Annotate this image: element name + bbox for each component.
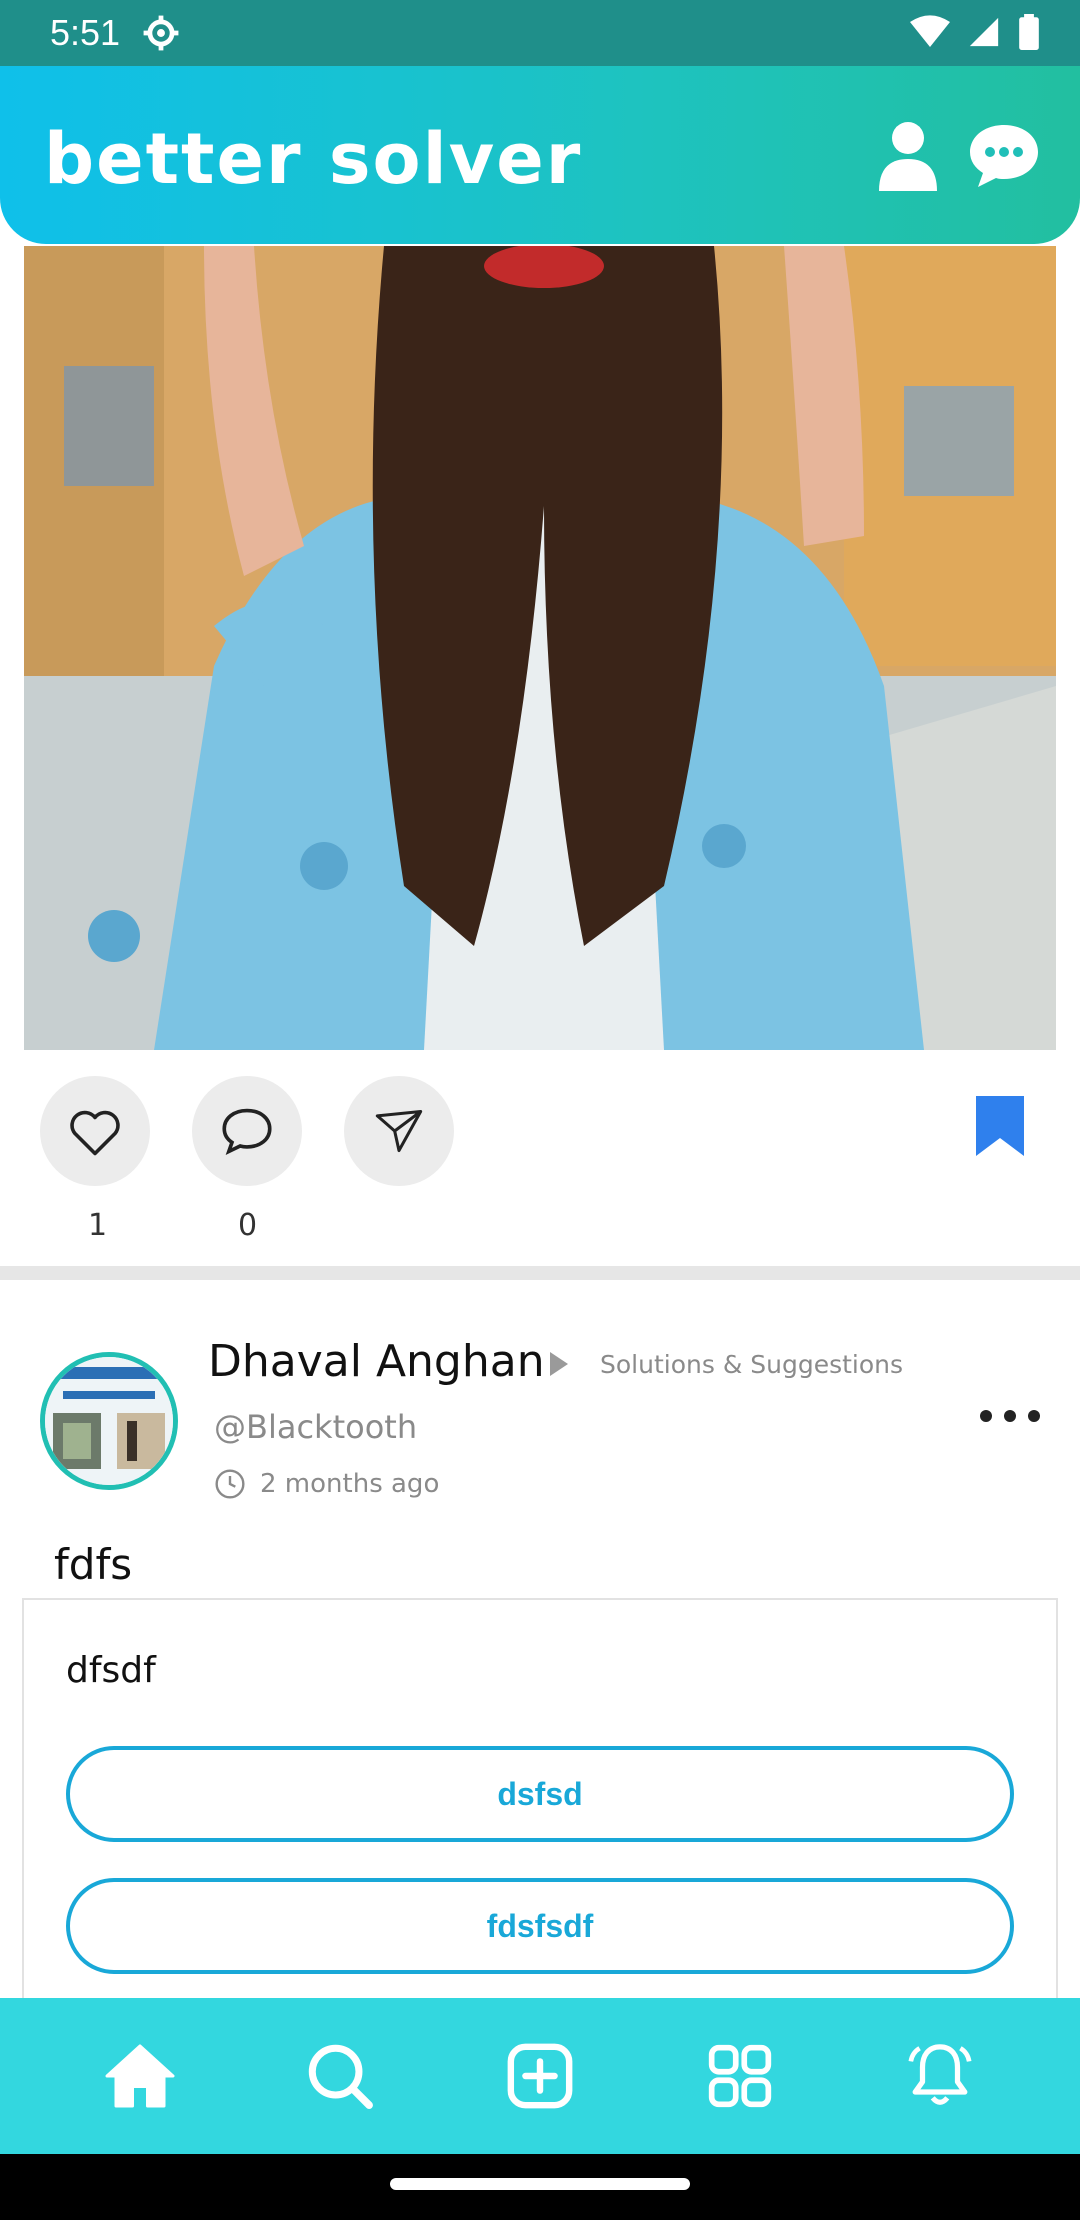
- signal-icon: [969, 17, 999, 47]
- profile-icon: [879, 122, 937, 191]
- like-button[interactable]: [40, 1076, 150, 1186]
- post-category[interactable]: Solutions & Suggestions: [600, 1350, 903, 1379]
- gesture-bar: [0, 2154, 1080, 2220]
- comment-button[interactable]: [192, 1076, 302, 1186]
- comment-icon: [222, 1108, 272, 1155]
- search-icon: [308, 2044, 373, 2109]
- post-image[interactable]: [24, 246, 1056, 1050]
- settings-gear-icon: [143, 15, 179, 51]
- more-dot-icon: [1004, 1410, 1016, 1422]
- more-options-button[interactable]: [980, 1396, 1040, 1436]
- share-icon: [375, 1109, 423, 1153]
- post-divider: [0, 1266, 1080, 1280]
- poll-card: dfsdf dsfsd fdsfsdf: [22, 1598, 1058, 2018]
- nav-home[interactable]: [90, 2026, 190, 2126]
- home-gesture-handle[interactable]: [390, 2178, 690, 2190]
- author-handle: @Blacktooth: [214, 1408, 418, 1446]
- heart-icon: [70, 1110, 120, 1156]
- status-bar: 5:51: [0, 0, 1080, 66]
- home-icon: [105, 2044, 175, 2108]
- clock-icon: [215, 1469, 245, 1499]
- comments-count: 0: [238, 1208, 258, 1243]
- avatar[interactable]: [40, 1352, 178, 1490]
- poll-question: dfsdf: [66, 1650, 156, 1691]
- poll-option-1[interactable]: dsfsd: [66, 1746, 1014, 1842]
- nav-notifications[interactable]: [890, 2026, 990, 2126]
- bottom-navigation: [0, 1998, 1080, 2154]
- chat-button[interactable]: [964, 116, 1044, 196]
- nav-add-post[interactable]: [490, 2026, 590, 2126]
- wifi-icon: [910, 15, 950, 48]
- share-button[interactable]: [344, 1076, 454, 1186]
- categories-icon: [708, 2044, 772, 2108]
- author-name[interactable]: Dhaval Anghan: [208, 1336, 545, 1387]
- likes-count: 1: [88, 1208, 108, 1243]
- post-title: fdfs: [54, 1540, 133, 1589]
- add-post-icon: [507, 2043, 573, 2109]
- status-time: 5:51: [50, 12, 121, 53]
- post-time: 2 months ago: [214, 1468, 439, 1500]
- time-ago: 2 months ago: [260, 1469, 440, 1499]
- profile-button[interactable]: [868, 116, 948, 196]
- notifications-icon: [908, 2044, 972, 2105]
- bookmark-icon[interactable]: [976, 1096, 1024, 1156]
- arrow-right-icon: [550, 1352, 568, 1376]
- more-dot-icon: [980, 1410, 992, 1422]
- nav-categories[interactable]: [690, 2026, 790, 2126]
- more-dot-icon: [1028, 1410, 1040, 1422]
- app-title: better solver: [44, 118, 583, 200]
- chat-icon: [970, 125, 1038, 187]
- poll-option-2[interactable]: fdsfsdf: [66, 1878, 1014, 1974]
- app-header: better solver: [0, 66, 1080, 244]
- nav-search[interactable]: [290, 2026, 390, 2126]
- battery-icon: [1019, 14, 1039, 50]
